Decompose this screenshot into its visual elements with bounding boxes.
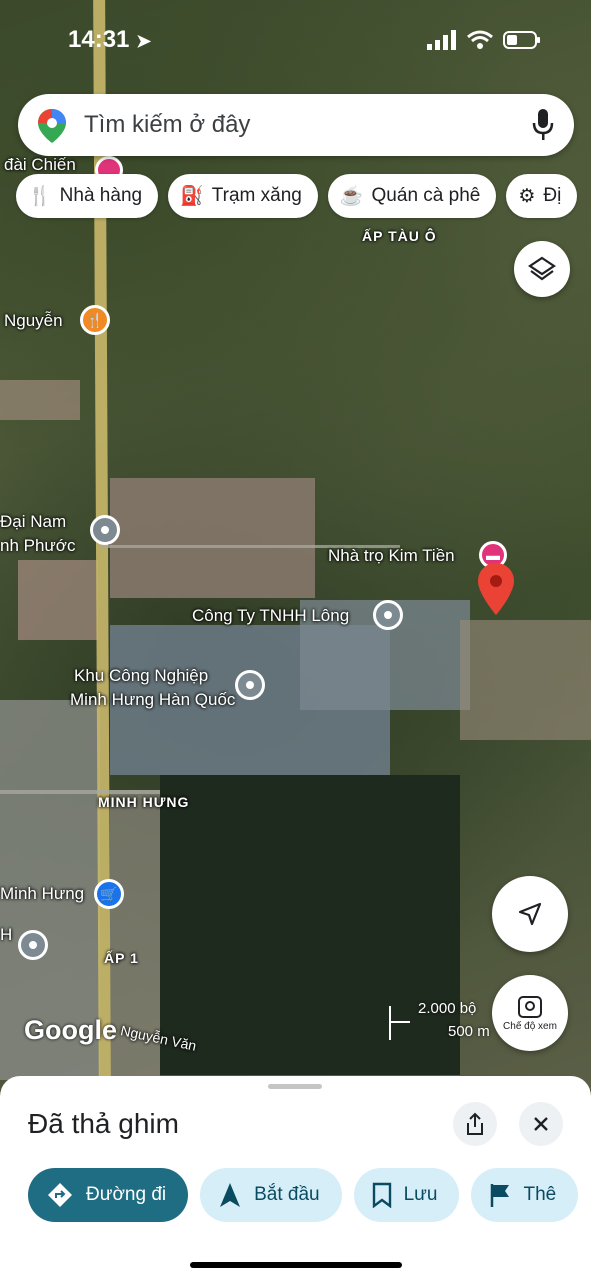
status-icons bbox=[427, 30, 541, 50]
chip-label: Nhà hàng bbox=[59, 185, 143, 206]
area-label: ẤP TÀU Ô bbox=[362, 228, 437, 244]
wifi-icon bbox=[467, 30, 493, 49]
location-arrow-icon: ➤ bbox=[136, 31, 152, 51]
map-scale: 2.000 bộ 500 m bbox=[388, 1000, 490, 1040]
area-label: ẤP 1 bbox=[104, 950, 139, 966]
layers-icon bbox=[528, 256, 556, 281]
start-label: Bắt đầu bbox=[254, 1184, 320, 1205]
fork-knife-icon: 🍴 bbox=[28, 186, 52, 207]
share-icon bbox=[467, 1112, 483, 1135]
search-bar[interactable]: Tìm kiếm ở đây bbox=[18, 94, 574, 156]
navigation-arrow-icon bbox=[518, 902, 542, 926]
poi-marker[interactable] bbox=[90, 515, 120, 545]
directions-icon bbox=[48, 1183, 72, 1207]
microphone-icon[interactable] bbox=[532, 109, 554, 141]
scale-meters: 500 m bbox=[448, 1023, 490, 1040]
home-indicator bbox=[190, 1262, 402, 1268]
place-label: Nguyễn bbox=[4, 311, 63, 330]
map-field bbox=[0, 380, 80, 420]
sheet-title: Đã thả ghim bbox=[28, 1108, 179, 1139]
area-label: MINH HƯNG bbox=[98, 794, 190, 810]
chip-label: Trạm xăng bbox=[211, 185, 302, 206]
chip-label: Đị bbox=[543, 185, 562, 206]
place-label: Minh Hưng bbox=[0, 884, 85, 903]
add-label-button[interactable]: Thê bbox=[471, 1168, 579, 1222]
flag-icon bbox=[491, 1184, 510, 1207]
restaurant-marker[interactable]: 🍴 bbox=[80, 305, 110, 335]
clock: 14:31 bbox=[68, 26, 130, 53]
directions-label: Đường đi bbox=[86, 1184, 167, 1205]
scale-feet: 2.000 bộ bbox=[418, 1000, 477, 1017]
landmark-icon: ⚙ bbox=[518, 185, 536, 207]
place-label: đài Chiến bbox=[4, 155, 76, 174]
google-maps-pin-icon bbox=[38, 109, 66, 143]
shopping-marker[interactable]: 🛒 bbox=[94, 879, 124, 909]
chip-restaurants[interactable]: 🍴 Nhà hàng bbox=[16, 174, 159, 218]
street-view-icon bbox=[518, 995, 542, 1018]
close-button[interactable] bbox=[519, 1102, 563, 1146]
layers-button[interactable] bbox=[514, 241, 570, 297]
place-label: Nhà trọ Kim Tiền bbox=[328, 546, 455, 565]
directions-button[interactable]: Đường đi bbox=[28, 1168, 189, 1222]
category-chips: 🍴 Nhà hàng ⛽ Trạm xăng ☕ Quán cà phê ⚙ Đ… bbox=[16, 174, 578, 218]
fork-knife-icon: 🍴 bbox=[86, 311, 104, 328]
place-label: Công Ty TNHH Lông bbox=[192, 606, 350, 625]
close-icon bbox=[534, 1117, 548, 1131]
poi-marker[interactable] bbox=[373, 600, 403, 630]
action-row: Đường đi Bắt đầu Lưu Thê bbox=[28, 1168, 579, 1222]
place-label: H bbox=[0, 925, 13, 944]
chip-label: Quán cà phê bbox=[371, 185, 481, 206]
bookmark-icon bbox=[372, 1182, 391, 1208]
place-label: Đại Nam bbox=[0, 512, 67, 531]
place-label: nh Phước bbox=[0, 536, 76, 555]
status-time: 14:31 ➤ bbox=[68, 26, 151, 54]
bottom-sheet: Đã thả ghim Đường đi Bắt đầu Lưu Thê bbox=[0, 1076, 591, 1280]
battery-icon bbox=[503, 31, 540, 49]
map-field bbox=[460, 620, 591, 740]
my-location-button[interactable] bbox=[492, 876, 568, 952]
start-button[interactable]: Bắt đầu bbox=[200, 1168, 342, 1222]
dropped-pin-icon[interactable] bbox=[478, 563, 514, 620]
bed-icon: ▬ bbox=[486, 547, 500, 563]
poi-marker[interactable] bbox=[235, 670, 265, 700]
status-bar: 14:31 ➤ bbox=[0, 20, 591, 60]
place-label: Khu Công Nghiệp bbox=[74, 666, 209, 685]
chip-gas-stations[interactable]: ⛽ Trạm xăng bbox=[168, 174, 318, 218]
street-view-label: Chế độ xem bbox=[503, 1020, 557, 1032]
sheet-drag-handle[interactable] bbox=[268, 1084, 322, 1089]
fuel-pump-icon: ⛽ bbox=[180, 186, 204, 207]
scale-bar-icon bbox=[389, 1006, 410, 1040]
google-logo: Google bbox=[24, 1015, 117, 1045]
chip-attractions[interactable]: ⚙ Đị bbox=[506, 174, 578, 218]
cart-icon: 🛒 bbox=[100, 885, 118, 902]
chip-coffee[interactable]: ☕ Quán cà phê bbox=[327, 174, 497, 218]
coffee-cup-icon: ☕ bbox=[339, 186, 364, 207]
share-button[interactable] bbox=[453, 1102, 497, 1146]
search-input[interactable]: Tìm kiếm ở đây bbox=[84, 111, 250, 139]
signal-icon bbox=[427, 30, 456, 50]
navigation-arrow-icon bbox=[220, 1183, 241, 1207]
map-field bbox=[18, 560, 98, 640]
place-label: Minh Hưng Hàn Quốc bbox=[70, 690, 236, 709]
street-view-button[interactable]: Chế độ xem bbox=[492, 975, 568, 1051]
map-field bbox=[110, 478, 315, 598]
save-label: Lưu bbox=[403, 1184, 438, 1205]
save-button[interactable]: Lưu bbox=[353, 1168, 460, 1222]
add-label-text: Thê bbox=[523, 1184, 557, 1205]
poi-marker[interactable] bbox=[18, 930, 48, 960]
